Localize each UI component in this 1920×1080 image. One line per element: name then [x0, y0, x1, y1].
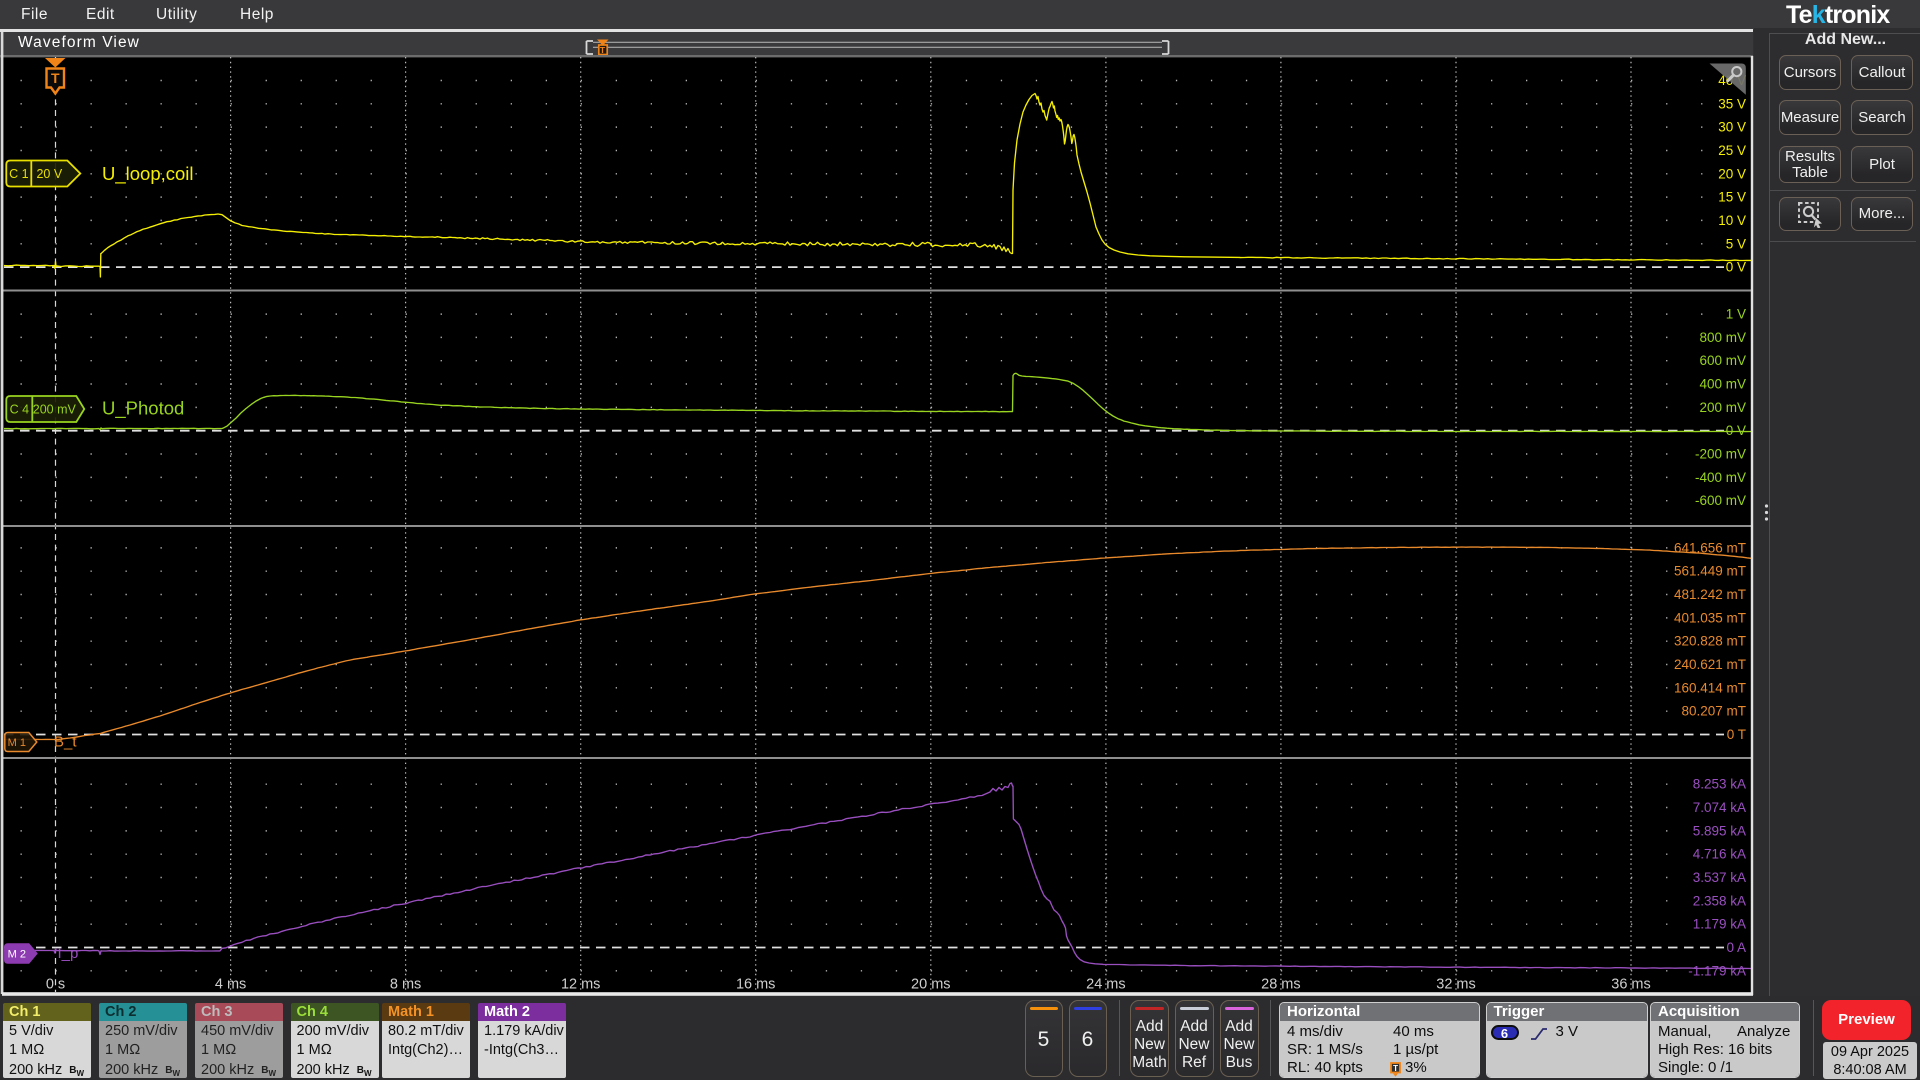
- svg-text:561.449 mT: 561.449 mT: [1674, 564, 1746, 579]
- svg-text:481.242 mT: 481.242 mT: [1674, 587, 1746, 602]
- svg-text:24 ms: 24 ms: [1086, 977, 1126, 993]
- svg-text:1.179 kA: 1.179 kA: [1693, 917, 1746, 932]
- svg-text:U_loop,coil: U_loop,coil: [102, 163, 194, 185]
- svg-text:25 V: 25 V: [1718, 143, 1746, 158]
- svg-text:20 V: 20 V: [36, 167, 62, 181]
- svg-text:32 ms: 32 ms: [1436, 977, 1476, 993]
- svg-text:I_p: I_p: [58, 945, 79, 962]
- svg-text:16 ms: 16 ms: [736, 977, 776, 993]
- svg-text:0 V: 0 V: [1726, 423, 1746, 438]
- svg-text:200 mV: 200 mV: [33, 403, 77, 417]
- svg-text:-200 mV: -200 mV: [1695, 447, 1746, 462]
- svg-text:8 ms: 8 ms: [390, 977, 421, 993]
- svg-text:80.207 mT: 80.207 mT: [1681, 704, 1746, 719]
- svg-text:0 V: 0 V: [1726, 260, 1746, 275]
- svg-text:-1.179 kA: -1.179 kA: [1688, 963, 1746, 978]
- svg-text:M 1: M 1: [8, 737, 26, 749]
- svg-text:U_Photod: U_Photod: [102, 398, 184, 420]
- svg-text:600 mV: 600 mV: [1699, 353, 1746, 368]
- svg-text:M 2: M 2: [8, 949, 26, 961]
- svg-text:C 1: C 1: [9, 167, 29, 181]
- svg-text:401.035 mT: 401.035 mT: [1674, 610, 1746, 625]
- svg-text:7.074 kA: 7.074 kA: [1693, 800, 1746, 815]
- svg-text:-400 mV: -400 mV: [1695, 470, 1746, 485]
- svg-text:4 ms: 4 ms: [215, 977, 246, 993]
- svg-text:200 mV: 200 mV: [1699, 400, 1746, 415]
- svg-text:T: T: [51, 70, 60, 86]
- svg-text:0 T: 0 T: [1727, 727, 1746, 742]
- svg-text:800 mV: 800 mV: [1699, 330, 1746, 345]
- svg-text:12 ms: 12 ms: [561, 977, 601, 993]
- svg-text:641.656 mT: 641.656 mT: [1674, 540, 1746, 555]
- svg-text:240.621 mT: 240.621 mT: [1674, 657, 1746, 672]
- svg-text:2.358 kA: 2.358 kA: [1693, 893, 1746, 908]
- svg-text:400 mV: 400 mV: [1699, 377, 1746, 392]
- svg-text:30 V: 30 V: [1718, 120, 1746, 135]
- svg-text:320.828 mT: 320.828 mT: [1674, 634, 1746, 649]
- svg-text:B_t: B_t: [54, 734, 77, 751]
- svg-text:5 V: 5 V: [1726, 236, 1746, 251]
- svg-text:35 V: 35 V: [1718, 96, 1746, 111]
- svg-text:0 s: 0 s: [46, 977, 65, 993]
- svg-text:3.537 kA: 3.537 kA: [1693, 870, 1746, 885]
- svg-text:5.895 kA: 5.895 kA: [1693, 823, 1746, 838]
- svg-text:160.414 mT: 160.414 mT: [1674, 680, 1746, 695]
- svg-text:4.716 kA: 4.716 kA: [1693, 847, 1746, 862]
- svg-text:8.253 kA: 8.253 kA: [1693, 777, 1746, 792]
- svg-text:10 V: 10 V: [1718, 213, 1746, 228]
- svg-text:1 V: 1 V: [1726, 307, 1746, 322]
- svg-text:0 A: 0 A: [1726, 940, 1746, 955]
- svg-text:C 4: C 4: [10, 403, 30, 417]
- svg-text:28 ms: 28 ms: [1261, 977, 1301, 993]
- svg-text:20 ms: 20 ms: [911, 977, 951, 993]
- svg-text:15 V: 15 V: [1718, 190, 1746, 205]
- svg-text:-600 mV: -600 mV: [1695, 493, 1746, 508]
- svg-text:20 V: 20 V: [1718, 166, 1746, 181]
- svg-text:36 ms: 36 ms: [1611, 977, 1651, 993]
